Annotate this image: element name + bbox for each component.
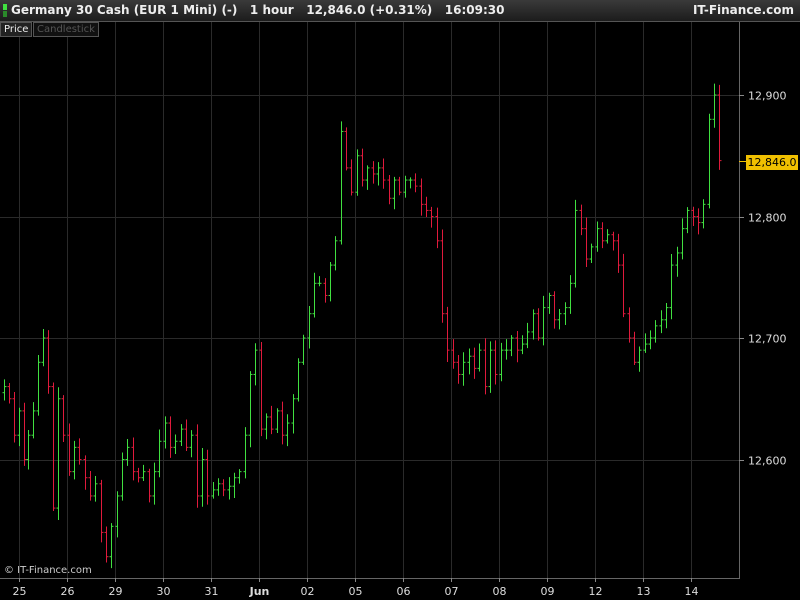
brand-name[interactable]: IT-Finance.com xyxy=(693,3,794,17)
x-tick-label: 13 xyxy=(637,585,651,598)
y-tick-label: 12,900 xyxy=(748,90,787,103)
chart-background xyxy=(0,0,800,600)
x-tick-label: 31 xyxy=(205,585,219,598)
x-tick-label: 12 xyxy=(589,585,603,598)
price-chart[interactable]: 12,600 12,700 12,800 12,900 25 26 29 30 31 Jun 02… xyxy=(0,0,800,600)
x-tick-label: 30 xyxy=(157,585,171,598)
title-bar: Germany 30 Cash (EUR 1 Mini) (-) 1 hour … xyxy=(0,0,800,22)
tab-candlestick[interactable]: Candlestick xyxy=(33,22,99,37)
x-tick-label: 05 xyxy=(349,585,363,598)
x-tick-label: 07 xyxy=(445,585,459,598)
x-tick-label: 09 xyxy=(541,585,555,598)
instrument-status-icon xyxy=(3,4,7,17)
x-tick-label: 14 xyxy=(685,585,699,598)
x-tick-label: 29 xyxy=(109,585,123,598)
y-tick-label: 12,800 xyxy=(748,212,787,225)
copyright-notice: © IT-Finance.com xyxy=(4,565,92,576)
y-tick-label: 12,600 xyxy=(748,455,787,468)
current-price-badge: 12,846.0 xyxy=(746,155,798,170)
y-tick-label: 12,700 xyxy=(748,333,787,346)
x-tick-label: 02 xyxy=(301,585,315,598)
x-tick-label: 26 xyxy=(61,585,75,598)
x-tick-label: 06 xyxy=(397,585,411,598)
instrument-title: Germany 30 Cash (EUR 1 Mini) (-) 1 hour … xyxy=(11,3,505,17)
x-tick-label: 25 xyxy=(13,585,27,598)
tab-price[interactable]: Price xyxy=(0,22,33,37)
x-tick-label: Jun xyxy=(249,585,270,598)
x-tick-label: 08 xyxy=(493,585,507,598)
